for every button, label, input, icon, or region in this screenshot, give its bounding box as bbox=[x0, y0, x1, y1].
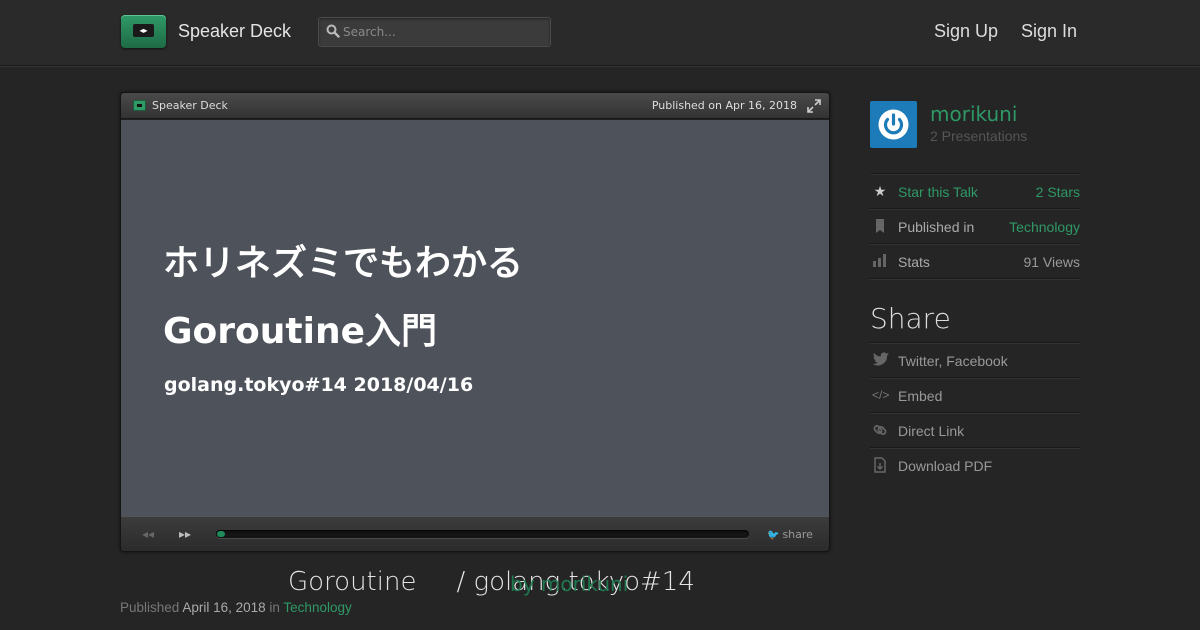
search-input[interactable] bbox=[343, 22, 543, 42]
meta-category-link[interactable]: Technology bbox=[283, 600, 351, 615]
power-icon bbox=[878, 109, 909, 140]
published-in-label: Published in bbox=[898, 219, 975, 235]
talk-title-part1: Goroutine bbox=[288, 567, 417, 597]
share-heading: Share bbox=[870, 302, 951, 335]
talk-info-list: ★ Star this Talk 2 Stars Published in Te… bbox=[870, 173, 1080, 280]
download-icon bbox=[872, 457, 888, 473]
meta-prefix: Published bbox=[120, 600, 180, 615]
speakerdeck-mini-logo-icon bbox=[133, 100, 146, 111]
star-talk-label: Star this Talk bbox=[898, 184, 978, 200]
sign-in-link[interactable]: Sign In bbox=[1021, 21, 1077, 42]
share-twitter-facebook-label: Twitter, Facebook bbox=[898, 353, 1008, 369]
share-options-list: Twitter, Facebook </> Embed Direct Link … bbox=[870, 342, 1080, 482]
published-in-row: Published in Technology bbox=[870, 208, 1080, 243]
twitter-icon bbox=[872, 352, 889, 368]
link-icon bbox=[872, 422, 888, 438]
share-direct-link-label: Direct Link bbox=[898, 423, 965, 439]
bar-chart-icon bbox=[872, 253, 888, 269]
talk-meta: Published April 16, 2018 in Technology bbox=[120, 600, 352, 615]
search-icon bbox=[326, 24, 341, 39]
author-name[interactable]: morikuni bbox=[930, 102, 1017, 126]
stats-label: Stats bbox=[898, 254, 930, 270]
slide-title-line2: Goroutine入門 bbox=[163, 311, 437, 352]
share-direct-link[interactable]: Direct Link bbox=[870, 412, 1080, 447]
stats-row: Stats 91 Views bbox=[870, 243, 1080, 278]
player-share-button[interactable]: 🐦 share bbox=[767, 528, 813, 541]
slide-title-line1: ホリネズミでもわかる bbox=[163, 243, 524, 284]
share-download-pdf-label: Download PDF bbox=[898, 458, 993, 474]
previous-slide-icon[interactable]: ◂◂ bbox=[140, 527, 156, 541]
search-box[interactable] bbox=[318, 17, 551, 47]
fullscreen-expand-icon[interactable] bbox=[807, 98, 821, 113]
player-brand[interactable]: Speaker Deck bbox=[152, 99, 228, 112]
views-count: 91 Views bbox=[1023, 254, 1080, 270]
twitter-bird-icon: 🐦 bbox=[767, 530, 780, 541]
next-slide-icon[interactable]: ▸▸ bbox=[177, 527, 193, 541]
meta-date: April 16, 2018 bbox=[182, 600, 266, 615]
top-navbar: ◂▸ Speaker Deck Sign Up Sign In bbox=[0, 0, 1200, 66]
talk-title: Goroutine / golang.tokyo#14 bbox=[288, 567, 695, 597]
share-embed-label: Embed bbox=[898, 388, 943, 404]
share-download-pdf[interactable]: Download PDF bbox=[870, 447, 1080, 482]
speakerdeck-logo-icon[interactable]: ◂▸ bbox=[121, 15, 166, 48]
player-controls: ◂◂ ▸▸ 🐦 share bbox=[121, 516, 829, 551]
slide-progress-fill bbox=[217, 531, 225, 537]
slide-subtitle: golang.tokyo#14 2018/04/16 bbox=[164, 374, 474, 396]
player-published-date: Published on Apr 16, 2018 bbox=[651, 99, 797, 112]
talk-byline[interactable]: by morikuni bbox=[510, 572, 628, 596]
avatar[interactable] bbox=[870, 101, 917, 148]
slide-progress-bar[interactable] bbox=[216, 530, 749, 538]
meta-in: in bbox=[269, 600, 280, 615]
published-in-category-link[interactable]: Technology bbox=[1009, 219, 1080, 235]
star-icon: ★ bbox=[873, 183, 887, 199]
brand-name[interactable]: Speaker Deck bbox=[178, 21, 291, 42]
bookmark-icon bbox=[872, 218, 888, 234]
player-header: Speaker Deck Published on Apr 16, 2018 bbox=[121, 93, 829, 119]
share-embed[interactable]: </> Embed bbox=[870, 377, 1080, 412]
presentation-count: 2 Presentations bbox=[930, 128, 1028, 144]
code-icon: </> bbox=[872, 388, 890, 402]
star-count: 2 Stars bbox=[1035, 184, 1080, 200]
player-share-label: share bbox=[782, 528, 813, 541]
share-twitter-facebook[interactable]: Twitter, Facebook bbox=[870, 342, 1080, 377]
logo-arrows-icon: ◂▸ bbox=[133, 24, 154, 37]
slide-canvas[interactable]: ホリネズミでもわかる Goroutine入門 golang.tokyo#14 2… bbox=[121, 120, 829, 516]
star-talk-row[interactable]: ★ Star this Talk 2 Stars bbox=[870, 173, 1080, 208]
slide-player: Speaker Deck Published on Apr 16, 2018 ホ… bbox=[120, 92, 830, 552]
sign-up-link[interactable]: Sign Up bbox=[934, 21, 998, 42]
